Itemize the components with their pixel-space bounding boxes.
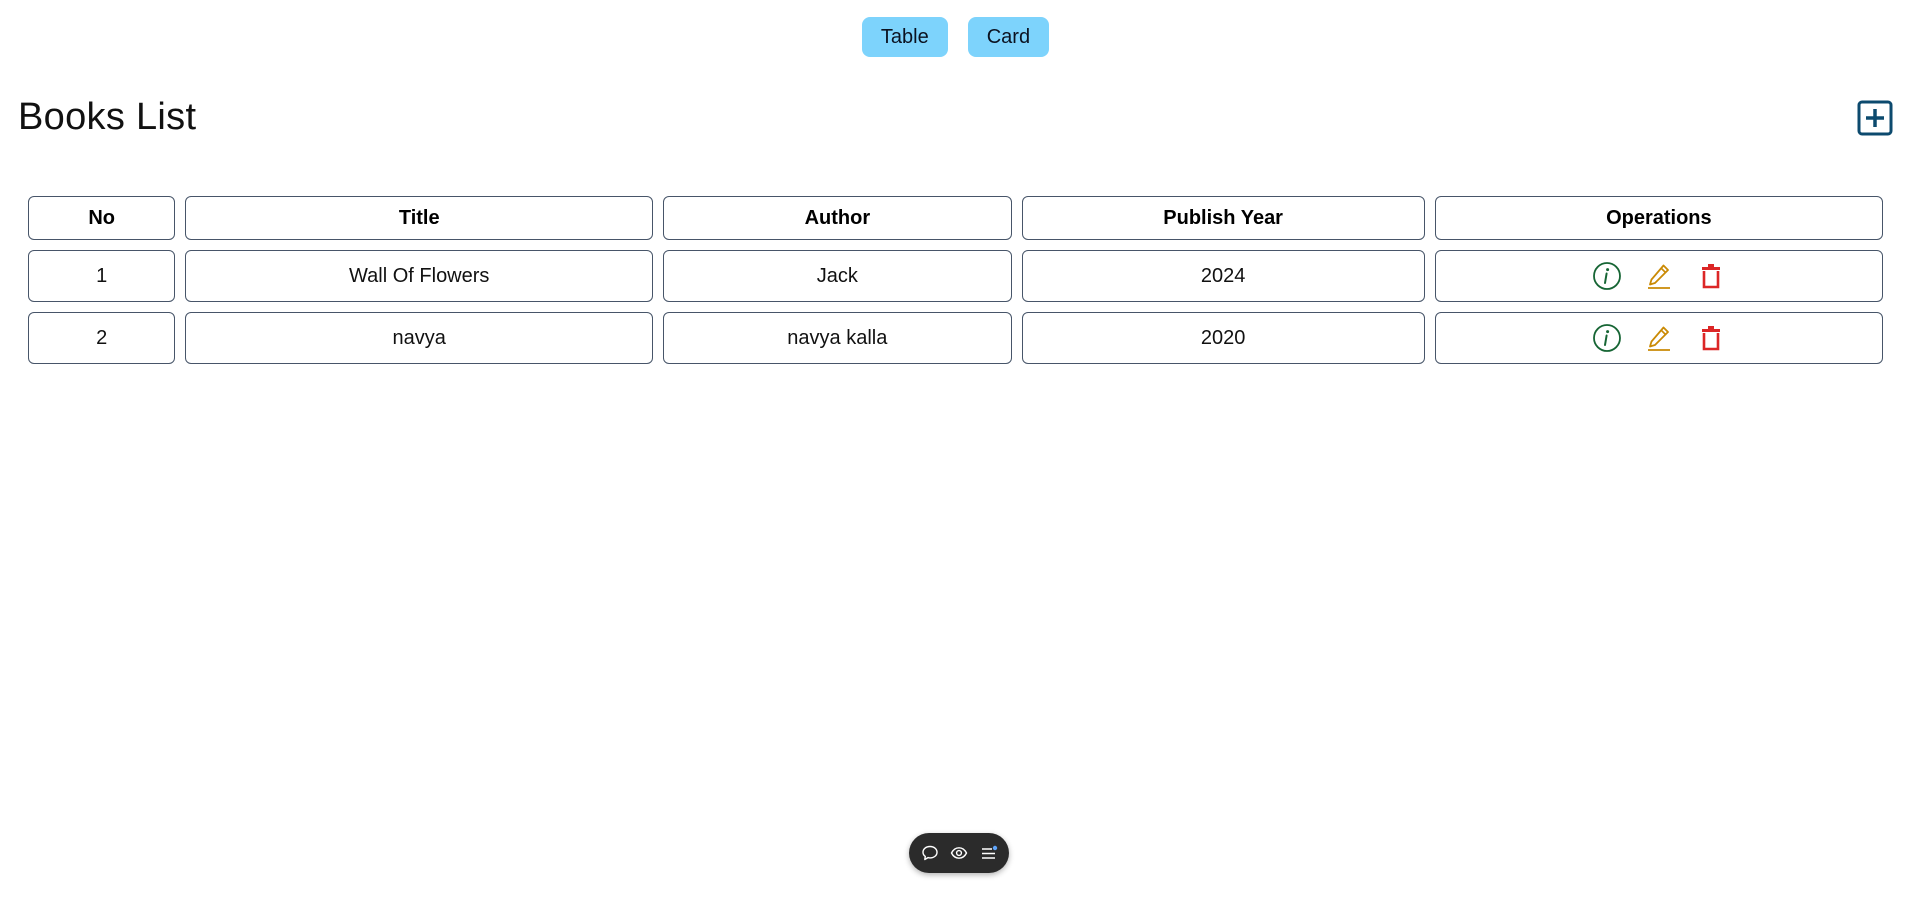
info-circle-icon[interactable]	[1592, 323, 1622, 353]
table-row: 1 Wall Of Flowers Jack 2024	[28, 250, 1883, 302]
operations-group	[1437, 261, 1881, 291]
card-view-button[interactable]: Card	[967, 17, 1050, 57]
heading-row: Books List	[18, 96, 1893, 139]
operations-group	[1437, 323, 1881, 353]
column-header-publish-year: Publish Year	[1021, 196, 1425, 240]
cell-no: 2	[28, 312, 176, 364]
cell-publish-year: 2024	[1021, 250, 1425, 302]
table-row: 2 navya navya kalla 2020	[28, 312, 1883, 364]
cell-operations	[1434, 312, 1883, 364]
eye-icon[interactable]	[950, 844, 968, 862]
column-header-operations: Operations	[1434, 196, 1883, 240]
column-header-no: No	[28, 196, 176, 240]
edit-pencil-icon[interactable]	[1644, 323, 1674, 353]
cell-title: navya	[185, 312, 654, 364]
column-header-author: Author	[663, 196, 1012, 240]
cell-publish-year: 2020	[1021, 312, 1425, 364]
books-table: No Title Author Publish Year Operations …	[18, 186, 1893, 374]
chat-bubble-icon[interactable]	[921, 844, 939, 862]
cell-no: 1	[28, 250, 176, 302]
cell-author: navya kalla	[663, 312, 1012, 364]
table-header-row: No Title Author Publish Year Operations	[28, 196, 1883, 240]
info-circle-icon[interactable]	[1592, 261, 1622, 291]
cell-author: Jack	[663, 250, 1012, 302]
cell-title: Wall Of Flowers	[185, 250, 654, 302]
edit-pencil-icon[interactable]	[1644, 261, 1674, 291]
trash-icon[interactable]	[1696, 261, 1726, 291]
view-toggle: Table Card	[0, 17, 1911, 57]
page-title: Books List	[18, 96, 197, 138]
floating-toolbar	[909, 833, 1009, 873]
trash-icon[interactable]	[1696, 323, 1726, 353]
plus-square-icon[interactable]	[1857, 100, 1893, 136]
table-view-button[interactable]: Table	[861, 17, 948, 57]
list-menu-icon[interactable]	[980, 844, 998, 862]
page: Table Card Books List No Title Author Pu…	[0, 0, 1911, 906]
cell-operations	[1434, 250, 1883, 302]
column-header-title: Title	[185, 196, 654, 240]
